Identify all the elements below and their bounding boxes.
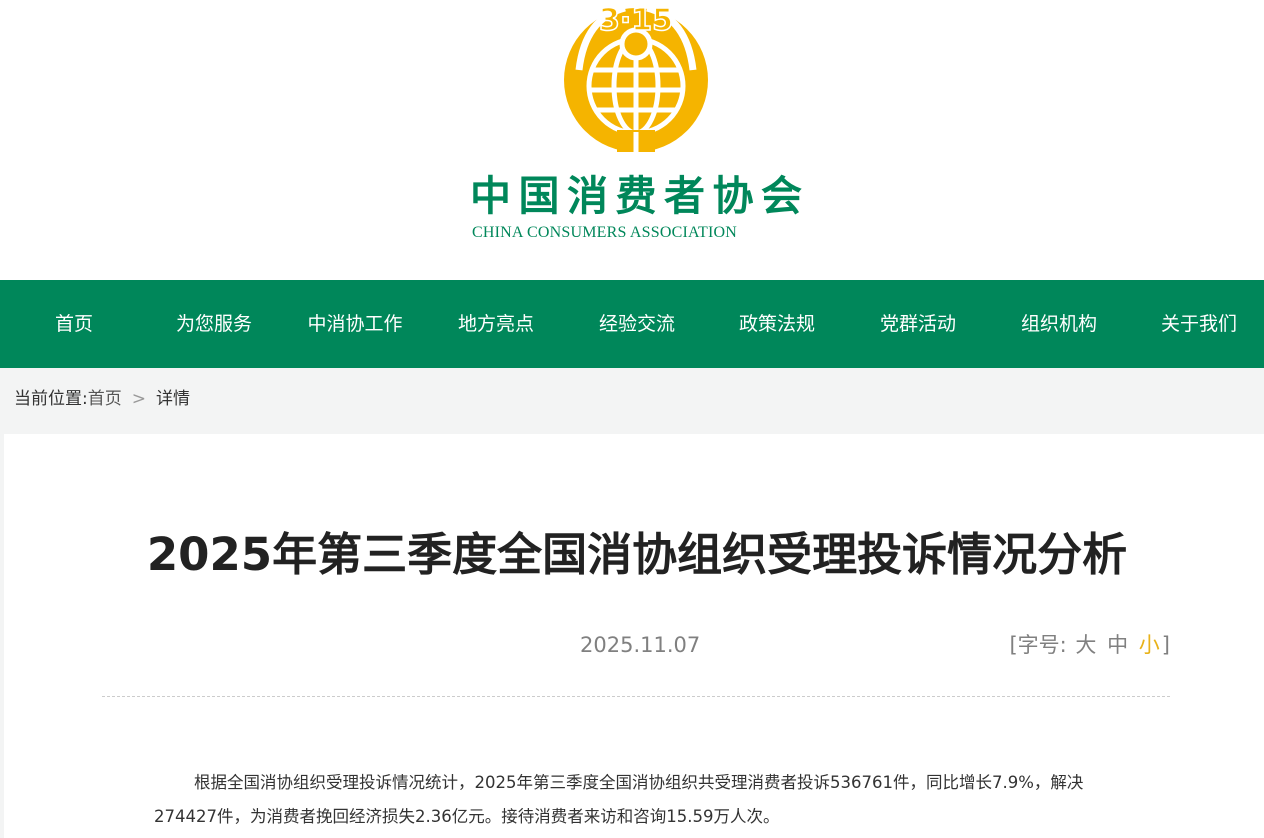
main-nav: 首页 为您服务 中消协工作 地方亮点 经验交流 政策法规 党群活动 组织机构 关… <box>0 280 1264 368</box>
font-size-small-button[interactable]: 小 <box>1139 633 1160 657</box>
site-header: 3·15 中 国 消 费 者 协 会 CHINA CONSUMERS ASSOC… <box>0 0 1264 280</box>
logo-char: 协 <box>712 172 754 220</box>
logo-char: 国 <box>518 172 560 220</box>
nav-item-organization[interactable]: 组织机构 <box>1009 280 1109 368</box>
breadcrumb: 当前位置:首页 > 详情 <box>14 368 190 430</box>
breadcrumb-prefix: 当前位置: <box>14 389 88 409</box>
breadcrumb-separator: > <box>131 389 146 409</box>
cca-315-logo-icon[interactable]: 3·15 <box>555 0 717 156</box>
article-date: 2025.11.07 <box>580 633 701 657</box>
nav-item-services[interactable]: 为您服务 <box>164 280 264 368</box>
nav-item-experience[interactable]: 经验交流 <box>587 280 687 368</box>
nav-item-home[interactable]: 首页 <box>24 280 124 368</box>
article-paragraph: 根据全国消协组织受理投诉情况统计，2025年第三季度全国消协组织共受理消费者投诉… <box>154 773 1084 826</box>
nav-item-policies[interactable]: 政策法规 <box>727 280 827 368</box>
breadcrumb-bar: 当前位置:首页 > 详情 <box>0 368 1264 434</box>
logo-char: 消 <box>567 172 608 220</box>
logo-char: 者 <box>664 172 705 220</box>
logo-char: 中 <box>470 172 511 220</box>
nav-item-about-us[interactable]: 关于我们 <box>1149 280 1249 368</box>
logo-chinese-name[interactable]: 中 国 消 费 者 协 会 <box>470 172 802 220</box>
article-title: 2025年第三季度全国消协组织受理投诉情况分析 <box>146 528 1128 581</box>
logo-char: 会 <box>761 172 802 220</box>
font-size-close: ] <box>1161 633 1170 657</box>
nav-item-cca-work[interactable]: 中消协工作 <box>300 280 410 368</box>
logo-char: 费 <box>615 172 657 220</box>
font-size-medium-button[interactable]: 中 <box>1107 633 1128 657</box>
nav-item-local-highlights[interactable]: 地方亮点 <box>446 280 546 368</box>
nav-item-party-activities[interactable]: 党群活动 <box>868 280 968 368</box>
breadcrumb-current: 详情 <box>155 389 190 409</box>
breadcrumb-home-link[interactable]: 首页 <box>88 389 122 409</box>
font-size-switcher: [字号: 大 中 小] <box>1009 628 1170 662</box>
logo-badge-text: 3·15 <box>599 3 673 38</box>
font-size-large-button[interactable]: 大 <box>1075 633 1096 657</box>
logo-english-name[interactable]: CHINA CONSUMERS ASSOCIATION <box>472 222 802 244</box>
font-size-open: [字号: <box>1009 633 1067 657</box>
article-divider <box>102 696 1170 697</box>
